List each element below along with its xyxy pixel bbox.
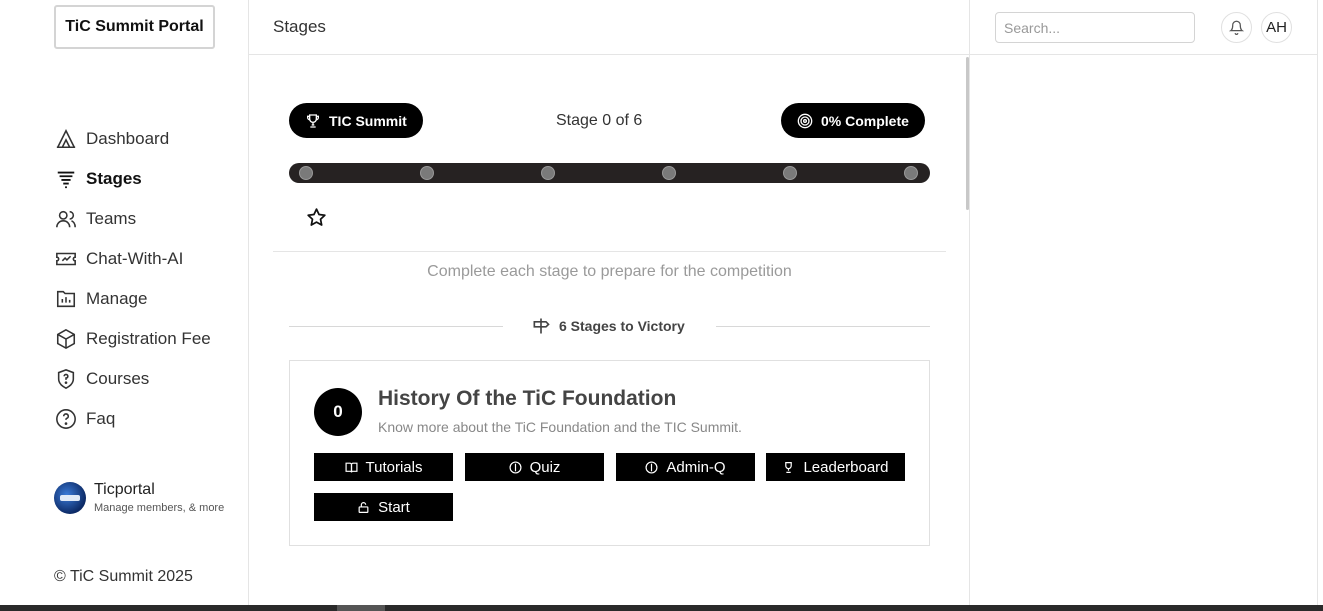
tent-icon (54, 127, 78, 151)
lightbulb-icon (509, 460, 522, 474)
stage-dot[interactable] (662, 166, 676, 180)
divider-right (716, 326, 930, 327)
sidebar-nav: Dashboard Stages Teams Chat-With-AI Mana… (54, 119, 211, 439)
copyright: © TiC Summit 2025 (54, 568, 193, 585)
admin-q-label: Admin-Q (666, 458, 726, 476)
stage-dot[interactable] (904, 166, 918, 180)
completion-badge: 0% Complete (781, 103, 925, 138)
stage-number-badge: 0 (314, 388, 362, 436)
sidebar-item-registration-fee[interactable]: Registration Fee (54, 319, 211, 359)
sidebar-item-courses[interactable]: Courses (54, 359, 211, 399)
shield-question-icon (54, 367, 78, 391)
avatar (54, 481, 86, 514)
sidebar-item-faq[interactable]: Faq (54, 399, 211, 439)
stage-card: 0 History Of the TiC Foundation Know mor… (289, 360, 930, 546)
trophy-icon (305, 113, 321, 129)
sidebar-item-stages[interactable]: Stages (54, 159, 211, 199)
org-subtitle: Manage members, & more (94, 502, 225, 514)
quiz-button[interactable]: Quiz (465, 453, 604, 481)
stages-separator: 6 Stages to Victory (531, 316, 685, 336)
completion-label: 0% Complete (821, 112, 909, 129)
lightbulb-icon (645, 460, 658, 474)
stage-dot[interactable] (299, 166, 313, 180)
org-name: Ticportal (94, 481, 155, 498)
unlock-icon (357, 501, 370, 514)
folder-chart-icon (54, 287, 78, 311)
bottom-scrollbar[interactable] (0, 605, 1323, 611)
sidebar-item-label: Chat-With-AI (86, 249, 184, 268)
brand-logo[interactable]: TiC Summit Portal (54, 5, 215, 49)
ticket-icon (54, 247, 78, 271)
divider (273, 251, 946, 252)
stage-dot[interactable] (541, 166, 555, 180)
scrollbar-thumb[interactable] (337, 605, 385, 611)
filter-lines-icon (54, 167, 78, 191)
tutorials-button[interactable]: Tutorials (314, 453, 453, 481)
sidebar-item-label: Registration Fee (86, 329, 211, 348)
start-button[interactable]: Start (314, 493, 453, 521)
sidebar-item-label: Courses (86, 369, 150, 388)
sidebar-item-label: Dashboard (86, 129, 170, 148)
leaderboard-label: Leaderboard (803, 458, 889, 476)
help-circle-icon (54, 407, 78, 431)
main-scrollbar[interactable] (966, 57, 969, 210)
bell-icon (1229, 20, 1244, 35)
quiz-label: Quiz (529, 458, 561, 476)
sidebar-item-dashboard[interactable]: Dashboard (54, 119, 211, 159)
start-label: Start (378, 498, 410, 516)
sidebar-item-chat-with-ai[interactable]: Chat-With-AI (54, 239, 211, 279)
right-edge-divider (1317, 0, 1318, 605)
signpost-icon (531, 316, 551, 336)
sidebar-item-label: Faq (86, 409, 116, 428)
stage-description: Know more about the TiC Foundation and t… (378, 419, 742, 435)
leaderboard-button[interactable]: Leaderboard (766, 453, 905, 481)
target-icon (797, 113, 813, 129)
stage-title: History Of the TiC Foundation (378, 387, 677, 410)
sidebar-item-label: Teams (86, 209, 137, 228)
stage-dot[interactable] (783, 166, 797, 180)
search-input[interactable] (995, 12, 1195, 43)
summit-button[interactable]: TIC Summit (289, 103, 423, 138)
users-icon (54, 207, 78, 231)
box-icon (54, 327, 78, 351)
stage-dot[interactable] (420, 166, 434, 180)
tutorials-label: Tutorials (365, 458, 423, 476)
stage-progress-track (289, 163, 930, 183)
sidebar-item-teams[interactable]: Teams (54, 199, 211, 239)
user-menu-button[interactable]: AH (1261, 12, 1292, 43)
summit-label: TIC Summit (329, 112, 407, 129)
sidebar-item-label: Stages (86, 169, 142, 188)
separator-label: 6 Stages to Victory (559, 318, 685, 334)
notifications-button[interactable] (1221, 12, 1252, 43)
top-header: Stages AH (249, 0, 1317, 55)
trophy-icon (782, 461, 795, 474)
star-icon (306, 207, 327, 233)
org-switcher[interactable]: Ticportal Manage members, & more (54, 481, 224, 514)
sidebar-item-manage[interactable]: Manage (54, 279, 211, 319)
sidebar: TiC Summit Portal Dashboard Stages Teams… (0, 0, 249, 605)
page-title: Stages (273, 17, 326, 36)
right-panel-divider (969, 0, 970, 605)
stages-subtitle: Complete each stage to prepare for the c… (427, 263, 792, 280)
book-open-icon (345, 461, 358, 474)
stage-counter: Stage 0 of 6 (556, 112, 643, 129)
divider-left (289, 326, 503, 327)
sidebar-item-label: Manage (86, 289, 148, 308)
admin-q-button[interactable]: Admin-Q (616, 453, 755, 481)
